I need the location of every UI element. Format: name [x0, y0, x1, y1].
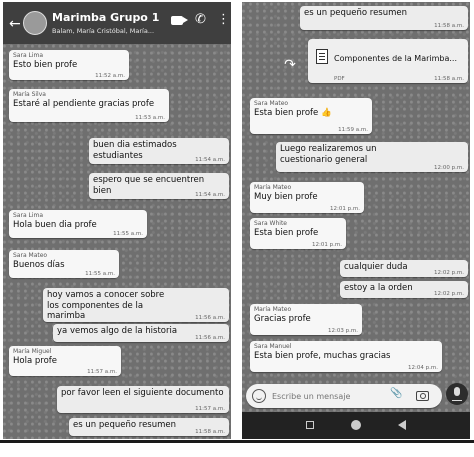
- message-text: Muy bien profe: [254, 192, 318, 202]
- message-bubble-outgoing[interactable]: espero que se encuentren bien 11:54 a.m.: [89, 173, 229, 199]
- message-text: hoy vamos a conocer sobre los componente…: [47, 290, 165, 321]
- back-arrow-icon[interactable]: ←: [9, 16, 21, 32]
- message-time: 11:55 a.m.: [113, 231, 143, 237]
- message-sender: María Mateo: [254, 184, 292, 191]
- message-time: 12:00 p.m.: [434, 165, 464, 171]
- message-sender: Sara Mateo: [13, 252, 48, 259]
- message-input[interactable]: [272, 388, 382, 404]
- message-time: 11:54 a.m.: [195, 157, 225, 163]
- message-sender: Sara Lima: [13, 212, 44, 219]
- message-time: 11:59 a.m.: [338, 127, 368, 133]
- message-bubble[interactable]: Sara Lima Hola buen dia profe 11:55 a.m.: [9, 210, 147, 238]
- message-sender: Sara Lima: [13, 52, 44, 59]
- message-bubble-outgoing[interactable]: Luego realizaremos un cuestionario gener…: [276, 142, 468, 172]
- message-text: Gracias profe: [254, 314, 311, 324]
- microphone-icon: [452, 387, 462, 401]
- group-members: Balam, María Cristóbal, María...: [52, 27, 155, 35]
- message-bubble-outgoing[interactable]: buen dia estimados estudiantes 11:54 a.m…: [89, 138, 229, 164]
- message-bubble[interactable]: María Mateo Gracias profe 12:03 p.m.: [250, 304, 362, 335]
- message-text: Esta bien profe: [254, 228, 319, 238]
- message-text: Hola profe: [13, 356, 57, 366]
- page-divider-line: [0, 440, 474, 443]
- message-bubble[interactable]: Sara White Esta bien profe 12:01 p.m.: [250, 218, 346, 249]
- message-bubble[interactable]: María Silva Estaré al pendiente gracias …: [9, 89, 169, 122]
- screenshot-page: ← Marimba Grupo 1 Balam, María Cristóbal…: [0, 0, 474, 457]
- message-text: Estaré al pendiente gracias profe: [13, 99, 155, 109]
- message-sender: María Miguel: [13, 348, 52, 355]
- message-bubble-outgoing[interactable]: es un pequeño resumen 11:58 a.m.: [300, 6, 468, 30]
- message-sender: Sara White: [254, 220, 287, 227]
- message-bubble[interactable]: Sara Lima Esto bien profe 11:52 a.m.: [9, 50, 129, 80]
- chat-screen-right: es un pequeño resumen 11:58 a.m. ↷ Compo…: [242, 2, 470, 439]
- message-time: 12:01 p.m.: [312, 242, 342, 248]
- message-text: Esta bien profe 👍: [254, 108, 332, 118]
- group-avatar[interactable]: [23, 11, 47, 35]
- message-bubble[interactable]: María Mateo Muy bien profe 12:01 p.m.: [250, 182, 364, 213]
- message-time: 11:52 a.m.: [95, 73, 125, 79]
- back-icon[interactable]: [398, 420, 406, 430]
- message-text: Esta bien profe, muchas gracias: [254, 351, 391, 361]
- message-text: Buenos días: [13, 260, 65, 270]
- message-time: 11:57 a.m.: [87, 369, 117, 375]
- message-bubble-outgoing[interactable]: hoy vamos a conocer sobre los componente…: [43, 288, 229, 322]
- message-time: 12:02 p.m.: [434, 270, 464, 276]
- more-menu-icon[interactable]: ⋮: [217, 12, 230, 27]
- message-time: 11:56 a.m.: [195, 315, 225, 321]
- message-sender: Sara Manuel: [254, 343, 292, 350]
- forward-icon[interactable]: ↷: [282, 57, 298, 73]
- message-time: 11:58 a.m.: [195, 429, 225, 435]
- message-time: 11:58 a.m.: [434, 76, 464, 82]
- message-time: 12:03 p.m.: [328, 328, 358, 334]
- video-call-icon[interactable]: [171, 16, 188, 25]
- message-bubble-outgoing[interactable]: cualquier duda 12:02 p.m.: [340, 260, 468, 277]
- document-icon: [316, 49, 328, 64]
- message-time: 11:55 a.m.: [85, 271, 115, 277]
- message-time: 11:58 a.m.: [434, 23, 464, 29]
- message-input-bar: 📎: [246, 384, 442, 408]
- message-text: es un pequeño resumen: [304, 8, 408, 18]
- message-bubble[interactable]: Sara Mateo Esta bien profe 👍 11:59 a.m.: [250, 98, 372, 134]
- message-text: Esto bien profe: [13, 60, 78, 70]
- android-nav-bar: [242, 412, 470, 439]
- message-time: 12:04 p.m.: [408, 365, 438, 371]
- chat-header[interactable]: ← Marimba Grupo 1 Balam, María Cristóbal…: [3, 2, 231, 44]
- message-sender: Sara Mateo: [254, 100, 289, 107]
- chat-screen-left: ← Marimba Grupo 1 Balam, María Cristóbal…: [3, 2, 231, 439]
- message-bubble-outgoing[interactable]: por favor leen el siguiente documento 11…: [57, 386, 229, 413]
- message-sender: María Silva: [13, 91, 46, 98]
- home-icon[interactable]: [351, 420, 361, 430]
- recent-apps-icon[interactable]: [306, 421, 314, 429]
- message-time: 12:01 p.m.: [330, 206, 360, 212]
- paperclip-icon[interactable]: 📎: [390, 388, 402, 399]
- message-time: 11:57 a.m.: [195, 406, 225, 412]
- mic-button[interactable]: [446, 383, 468, 405]
- message-bubble[interactable]: Sara Manuel Esta bien profe, muchas grac…: [250, 341, 442, 372]
- message-bubble[interactable]: Sara Mateo Buenos días 11:55 a.m.: [9, 250, 119, 278]
- message-time: 11:53 a.m.: [135, 115, 165, 121]
- message-time: 12:02 p.m.: [434, 291, 464, 297]
- document-attachment[interactable]: Componentes de la Marimba... PDF 11:58 a…: [308, 39, 468, 83]
- message-bubble-outgoing[interactable]: estoy a la orden 12:02 p.m.: [340, 281, 468, 298]
- message-bubble-outgoing[interactable]: es un pequeño resumen 11:58 a.m.: [69, 418, 229, 436]
- emoji-icon[interactable]: [252, 389, 266, 403]
- phone-icon[interactable]: ✆: [195, 12, 206, 27]
- group-name[interactable]: Marimba Grupo 1: [52, 11, 159, 24]
- camera-icon[interactable]: [416, 391, 429, 401]
- message-bubble[interactable]: María Miguel Hola profe 11:57 a.m.: [9, 346, 121, 376]
- message-text: Hola buen dia profe: [13, 220, 97, 230]
- message-bubble-outgoing[interactable]: ya vemos algo de la historia 11:56 a.m.: [53, 324, 229, 342]
- message-text: Luego realizaremos un cuestionario gener…: [280, 144, 377, 165]
- message-text: por favor leen el siguiente documento: [61, 388, 224, 398]
- document-type: PDF: [334, 76, 345, 82]
- message-time: 11:54 a.m.: [195, 192, 225, 198]
- message-sender: María Mateo: [254, 306, 292, 313]
- message-time: 11:56 a.m.: [195, 335, 225, 341]
- document-name: Componentes de la Marimba...: [334, 54, 458, 63]
